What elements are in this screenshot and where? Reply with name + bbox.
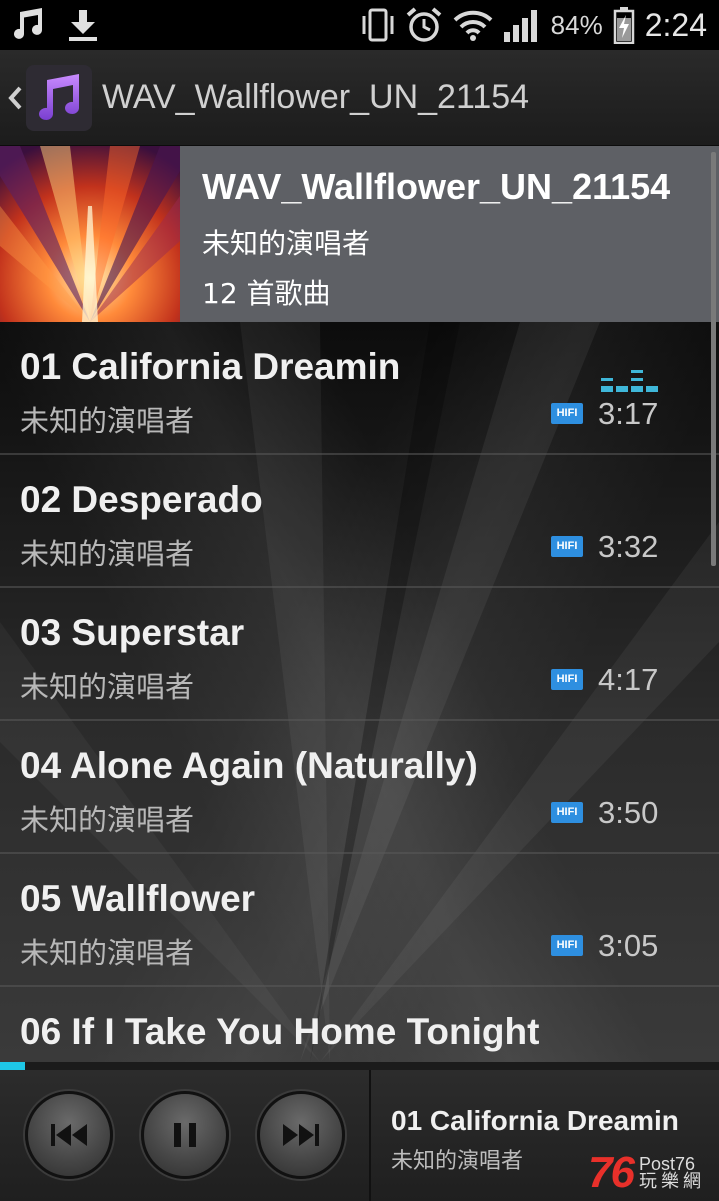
hifi-badge: HIFI — [551, 536, 583, 557]
action-bar: WAV_Wallflower_UN_21154 — [0, 50, 719, 146]
next-icon — [283, 1124, 319, 1146]
next-button[interactable] — [257, 1091, 345, 1179]
now-playing-info[interactable]: 01 California Dreamin 未知的演唱者 76 Post76 玩… — [371, 1070, 719, 1201]
song-row[interactable]: 04 Alone Again (Naturally) 未知的演唱者 HIFI 3… — [0, 721, 719, 854]
song-artist: 未知的演唱者 — [20, 670, 195, 704]
watermark-number: 76 — [588, 1148, 635, 1197]
now-playing-equalizer-icon — [601, 370, 658, 392]
album-info: WAV_Wallflower_UN_21154 未知的演唱者 12 首歌曲 — [180, 146, 670, 322]
previous-button[interactable] — [25, 1091, 113, 1179]
album-song-count: 12 首歌曲 — [202, 277, 331, 310]
hifi-badge: HIFI — [551, 403, 583, 424]
list-scrollbar[interactable] — [711, 152, 716, 566]
song-row[interactable]: 06 If I Take You Home Tonight — [0, 987, 719, 1062]
action-bar-title: WAV_Wallflower_UN_21154 — [102, 78, 530, 116]
song-title: 04 Alone Again (Naturally) — [20, 745, 478, 786]
song-title: 01 California Dreamin — [20, 346, 401, 387]
song-artist: 未知的演唱者 — [20, 404, 195, 438]
song-artist: 未知的演唱者 — [20, 803, 195, 837]
watermark-subtitle: 玩樂網 — [639, 1171, 705, 1192]
album-title: WAV_Wallflower_UN_21154 — [202, 166, 671, 207]
song-row[interactable]: 02 Desperado 未知的演唱者 HIFI 3:32 — [0, 455, 719, 588]
hifi-badge: HIFI — [551, 669, 583, 690]
download-icon — [69, 10, 97, 41]
back-chevron-icon[interactable] — [6, 83, 24, 113]
wifi-icon — [453, 10, 493, 41]
playback-controls — [0, 1070, 369, 1201]
watermark-logo: 76 Post76 玩樂網 — [588, 1148, 705, 1198]
vibrate-icon — [362, 8, 394, 42]
song-row[interactable]: 05 Wallflower 未知的演唱者 HIFI 3:05 — [0, 854, 719, 987]
song-title: 05 Wallflower — [20, 878, 256, 919]
album-header: WAV_Wallflower_UN_21154 未知的演唱者 12 首歌曲 — [0, 146, 719, 322]
hifi-badge: HIFI — [551, 802, 583, 823]
song-artist: 未知的演唱者 — [20, 537, 195, 571]
music-note-icon — [39, 73, 79, 120]
song-row[interactable]: 03 Superstar 未知的演唱者 HIFI 4:17 — [0, 588, 719, 721]
song-duration: 3:17 — [598, 396, 659, 431]
song-artist: 未知的演唱者 — [20, 936, 195, 970]
now-playing-title: 01 California Dreamin — [391, 1105, 679, 1136]
clock: 2:24 — [644, 6, 707, 43]
playback-progress-fill — [0, 1062, 26, 1070]
battery-percent: 84% — [550, 9, 603, 40]
album-artist: 未知的演唱者 — [202, 227, 371, 260]
previous-icon — [51, 1124, 87, 1146]
song-duration: 4:17 — [598, 662, 659, 697]
alarm-icon — [406, 7, 441, 42]
song-title: 02 Desperado — [20, 479, 263, 520]
playback-progress-bar[interactable] — [0, 1062, 719, 1070]
song-duration: 3:50 — [598, 795, 659, 830]
song-title: 06 If I Take You Home Tonight — [20, 1011, 540, 1052]
signal-icon — [503, 10, 537, 42]
album-art — [0, 146, 180, 322]
pause-button[interactable] — [141, 1091, 229, 1179]
song-duration: 3:32 — [598, 529, 659, 564]
battery-charging-icon — [613, 7, 634, 44]
hifi-badge: HIFI — [551, 935, 583, 956]
status-bar: 84% 2:24 — [0, 0, 719, 50]
music-app-icon[interactable] — [26, 64, 92, 131]
song-row[interactable]: 01 California Dreamin 未知的演唱者 HIFI 3:17 — [0, 322, 719, 455]
pause-icon — [174, 1123, 196, 1147]
song-duration: 3:05 — [598, 928, 659, 963]
music-note-icon — [14, 8, 42, 39]
song-title: 03 Superstar — [20, 612, 245, 653]
mini-player: 01 California Dreamin 未知的演唱者 76 Post76 玩… — [0, 1070, 719, 1201]
song-list[interactable]: 01 California Dreamin 未知的演唱者 HIFI 3:17 0… — [0, 322, 719, 1062]
